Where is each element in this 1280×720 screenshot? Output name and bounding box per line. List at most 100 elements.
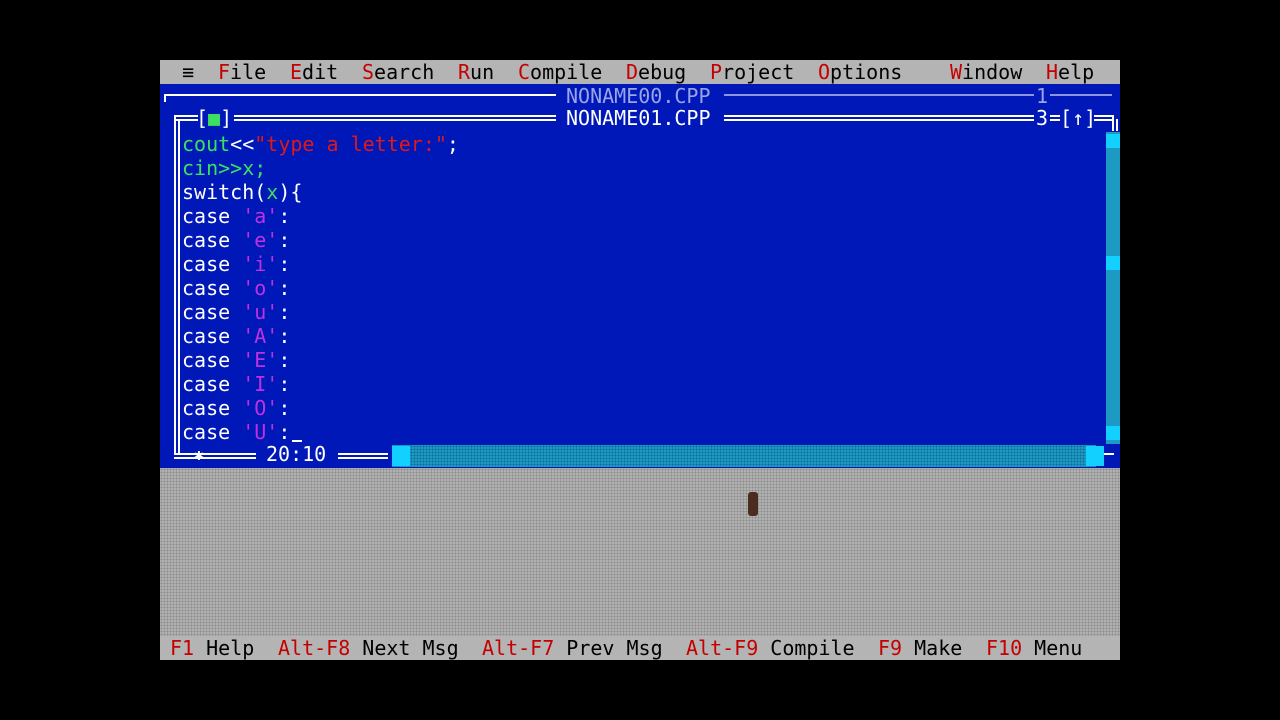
token-char: 'a' <box>242 204 279 228</box>
menu-search[interactable]: Search <box>362 60 434 84</box>
menu-compile[interactable]: Compile <box>518 60 602 84</box>
system-menu-icon[interactable]: ≡ <box>182 60 194 84</box>
token-char: 'i' <box>242 252 279 276</box>
vertical-scroll-thumb[interactable] <box>1106 256 1120 270</box>
token-char: 'O' <box>242 396 279 420</box>
token-semicolon: ; <box>446 132 459 156</box>
token-colon: : <box>278 348 291 372</box>
code-line-case: case 'o': <box>182 276 290 300</box>
status-compile[interactable]: Alt-F9 Compile <box>686 636 855 660</box>
frame-top-mid-b <box>234 119 556 121</box>
frame-bottom-mid-a <box>338 453 388 455</box>
vertical-scrollbar[interactable] <box>1106 132 1120 444</box>
status-key: F1 <box>170 636 195 660</box>
frame-top-left-a <box>174 115 198 117</box>
status-key: F10 <box>986 636 1023 660</box>
status-label: Menu <box>1022 636 1083 660</box>
close-box-icon: ■ <box>208 106 221 130</box>
status-label: Prev Msg <box>554 636 663 660</box>
token-case: case <box>182 348 243 372</box>
menu-debug-hotkey: D <box>626 60 639 84</box>
scroll-right-arrow-icon[interactable] <box>1086 446 1104 466</box>
token-case: case <box>182 420 243 444</box>
scroll-down-arrow-icon[interactable] <box>1106 426 1120 440</box>
menu-debug[interactable]: Debug <box>626 60 686 84</box>
menu-project-hotkey: P <box>710 60 723 84</box>
token-char: 'A' <box>242 324 279 348</box>
menu-file-hotkey: F <box>218 60 231 84</box>
menu-project-label: roject <box>722 60 795 84</box>
token-colon: : <box>278 276 291 300</box>
token-char: 'E' <box>242 348 279 372</box>
scroll-up-arrow-icon[interactable] <box>1106 134 1120 148</box>
editor-window-title: NONAME01.CPP <box>566 106 711 130</box>
menu-edit[interactable]: Edit <box>290 60 338 84</box>
frame-top-mid-a <box>234 115 556 117</box>
token-colon: : <box>278 396 291 420</box>
frame-top-corner-a <box>1094 115 1112 117</box>
frame-left-a <box>174 115 176 455</box>
token-char: 'e' <box>242 228 279 252</box>
menu-file-label: ile <box>230 60 267 84</box>
token-string: "type a letter:" <box>254 132 447 156</box>
token-rest: >>x; <box>218 156 267 180</box>
code-line-case: case 'i': <box>182 252 290 276</box>
menu-options[interactable]: Options <box>818 60 902 84</box>
scroll-left-arrow-icon[interactable] <box>392 446 410 466</box>
back-window-title-line-left <box>164 94 556 96</box>
status-key: Alt-F7 <box>482 636 555 660</box>
mouse-cursor-icon <box>748 492 758 516</box>
status-label: Compile <box>758 636 855 660</box>
frame-top-corner-b <box>1094 119 1112 121</box>
status-menu[interactable]: F10 Menu <box>986 636 1082 660</box>
token-case: case <box>182 324 243 348</box>
cursor-position: 20:10 <box>266 442 327 466</box>
frame-right-b <box>1116 119 1118 131</box>
status-label: Next Msg <box>350 636 459 660</box>
token-case: case <box>182 300 243 324</box>
frame-right-a <box>1112 115 1114 131</box>
token-char: 'I' <box>242 372 279 396</box>
status-next-msg[interactable]: Alt-F8 Next Msg <box>278 636 459 660</box>
token-case: case <box>182 228 243 252</box>
token-colon: : <box>278 324 291 348</box>
menu-compile-hotkey: C <box>518 60 531 84</box>
menu-options-label: ptions <box>830 60 903 84</box>
code-line-case: case 'O': <box>182 396 290 420</box>
token-colon: : <box>278 420 291 444</box>
menu-project[interactable]: Project <box>710 60 794 84</box>
menu-window-label: indow <box>962 60 1023 84</box>
menu-window[interactable]: Window <box>950 60 1022 84</box>
code-line-case: case 'A': <box>182 324 290 348</box>
status-make[interactable]: F9 Make <box>878 636 962 660</box>
menu-debug-label: ebug <box>638 60 687 84</box>
resize-icon[interactable]: ✱ <box>194 443 204 467</box>
menu-run[interactable]: Run <box>458 60 494 84</box>
code-line-case: case 'a': <box>182 204 290 228</box>
token-case: case <box>182 204 243 228</box>
menu-options-hotkey: O <box>818 60 831 84</box>
menu-run-label: un <box>470 60 495 84</box>
code-editor[interactable]: cout<<"type a letter:"; cin>>x; switch(x… <box>182 132 1102 444</box>
menu-help[interactable]: Help <box>1046 60 1094 84</box>
frame-top-right-a <box>724 115 1034 117</box>
turbo-cpp-screen: ≡ File Edit Search Run Compile Debug Pro… <box>160 60 1120 660</box>
menu-file[interactable]: File <box>218 60 266 84</box>
zoom-box-button[interactable]: [↑] <box>1060 106 1096 130</box>
close-box-button[interactable]: [■] <box>196 106 232 130</box>
token-switch: switch( <box>182 180 267 204</box>
horizontal-scrollbar[interactable] <box>392 445 1096 467</box>
status-help[interactable]: F1 Help <box>170 636 254 660</box>
status-key: F9 <box>878 636 903 660</box>
token-case: case <box>182 252 243 276</box>
back-window-title-line-right <box>724 94 1034 96</box>
back-window-title: NONAME00.CPP <box>566 84 711 108</box>
frame-top-end-b <box>1050 119 1060 121</box>
status-prev-msg[interactable]: Alt-F7 Prev Msg <box>482 636 663 660</box>
token-char: 'o' <box>242 276 279 300</box>
back-window-title-line-end <box>1050 94 1112 96</box>
code-line-case: case 'I': <box>182 372 290 396</box>
code-line-case: case 'U': <box>182 420 290 444</box>
frame-bottom-left-a <box>174 453 256 455</box>
token-cin: cin <box>182 156 219 180</box>
